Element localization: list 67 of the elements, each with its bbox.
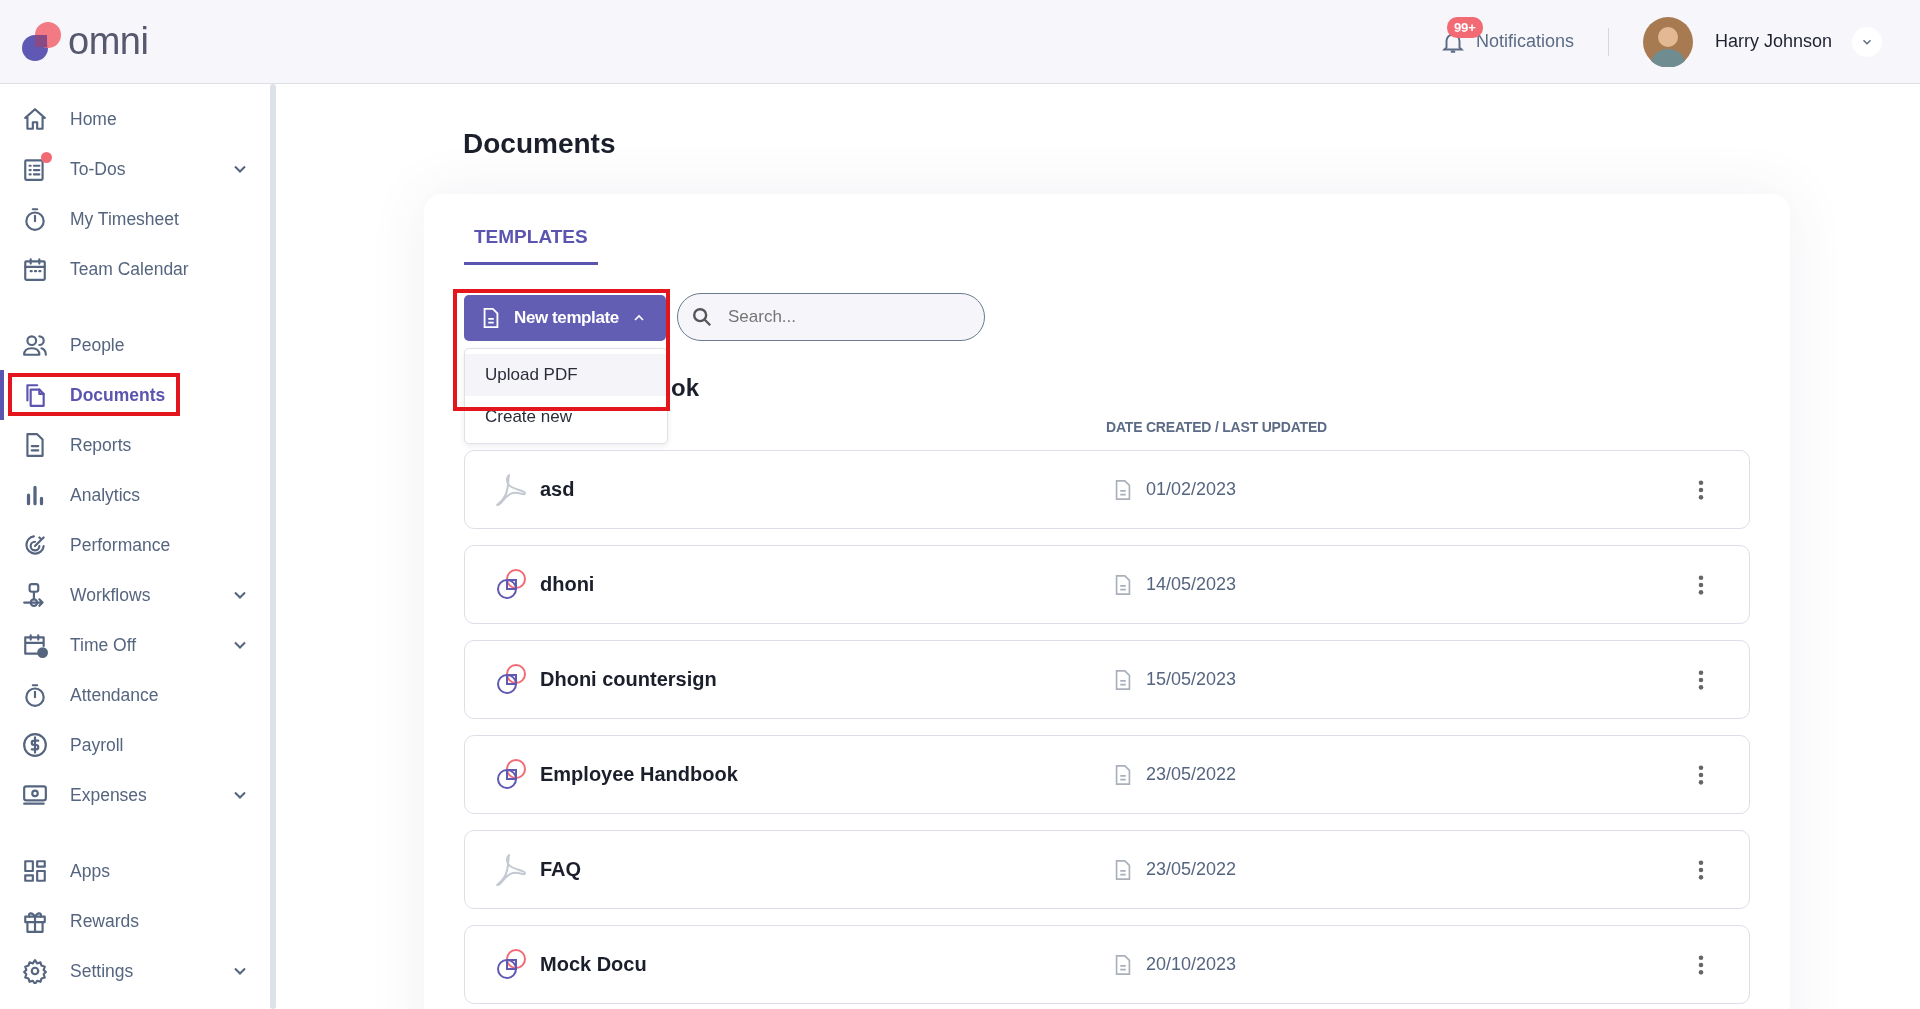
calendar-clock-icon (22, 632, 48, 658)
column-header: DATE CREATED / LAST UPDATED (1106, 419, 1327, 435)
date: 15/05/2023 (1146, 669, 1238, 690)
template-name: Employee Handbook (540, 763, 739, 786)
sidebar-item[interactable]: Attendance (0, 670, 270, 720)
pdf-icon (493, 851, 529, 888)
logo-text: omni (68, 20, 149, 63)
more-icon[interactable] (1697, 953, 1705, 976)
template-name: dhoni (540, 573, 596, 596)
template-name: Mock Docu (540, 953, 648, 976)
sidebar-item[interactable]: Expenses (0, 770, 270, 820)
search-field[interactable]: Search... (677, 293, 985, 341)
date: 20/10/2023 (1146, 954, 1238, 975)
user-name: Harry Johnson (1714, 31, 1832, 52)
settings-icon (22, 958, 48, 984)
calendar-icon (22, 256, 48, 282)
sidebar-item[interactable]: Settings (0, 946, 270, 996)
more-icon[interactable] (1697, 478, 1705, 501)
sidebar-item[interactable]: Apps (0, 846, 270, 896)
sidebar-item[interactable]: Payroll (0, 720, 270, 770)
template-row[interactable]: Mock Docu 20/10/2023 (464, 925, 1750, 1004)
logo-icon (20, 20, 62, 63)
banknote-icon (22, 782, 48, 808)
search-icon (691, 306, 713, 328)
grid-icon (22, 858, 48, 884)
people-icon (22, 332, 48, 358)
target-icon (22, 532, 48, 558)
more-icon[interactable] (1697, 573, 1705, 596)
tab[interactable]: TEMPLATES (464, 214, 598, 265)
date: 14/05/2023 (1146, 574, 1238, 595)
section-heading: ok (671, 373, 700, 403)
sidebar-item[interactable]: Reports (0, 420, 270, 470)
template-name: asd (540, 478, 576, 501)
sidebar-item[interactable]: Rewards (0, 896, 270, 946)
template-row[interactable]: asd 01/02/2023 (464, 450, 1750, 529)
date: 23/05/2022 (1146, 764, 1238, 785)
date: 01/02/2023 (1146, 479, 1238, 500)
page-title: Documents (463, 127, 617, 161)
sidebar-item[interactable]: To-Dos (0, 144, 270, 194)
new-template-button[interactable]: New template (464, 295, 666, 341)
sidebar-item[interactable]: Home (0, 94, 270, 144)
sidebar-item[interactable]: Analytics (0, 470, 270, 520)
stopwatch-icon (22, 682, 48, 708)
avatar-icon[interactable] (1642, 16, 1693, 67)
sidebar-item[interactable]: Team Calendar (0, 244, 270, 294)
date: 23/05/2022 (1146, 859, 1238, 880)
more-icon[interactable] (1697, 763, 1705, 786)
pdf-icon (493, 471, 529, 508)
template-name: FAQ (540, 858, 583, 881)
sidebar-item[interactable]: My Timesheet (0, 194, 270, 244)
sidebar-item[interactable]: Workflows (0, 570, 270, 620)
template-row[interactable]: FAQ 23/05/2022 (464, 830, 1750, 909)
sidebar-item[interactable]: People (0, 320, 270, 370)
menu-item[interactable]: Create new (465, 396, 667, 438)
dollar-icon (22, 732, 48, 758)
home-icon (22, 106, 48, 132)
sidebar-item[interactable]: Time Off (0, 620, 270, 670)
template-row[interactable]: Employee Handbook 23/05/2022 (464, 735, 1750, 814)
template-name: Dhoni countersign (540, 668, 718, 691)
more-icon[interactable] (1697, 858, 1705, 881)
menu-item[interactable]: Upload PDF (465, 354, 667, 396)
template-row[interactable]: Dhoni countersign 15/05/2023 (464, 640, 1750, 719)
sidebar-item[interactable]: Performance (0, 520, 270, 570)
template-row[interactable]: dhoni 14/05/2023 (464, 545, 1750, 624)
stopwatch-icon (22, 206, 48, 232)
sidebar-item[interactable]: Documents (0, 370, 270, 420)
more-icon[interactable] (1697, 668, 1705, 691)
